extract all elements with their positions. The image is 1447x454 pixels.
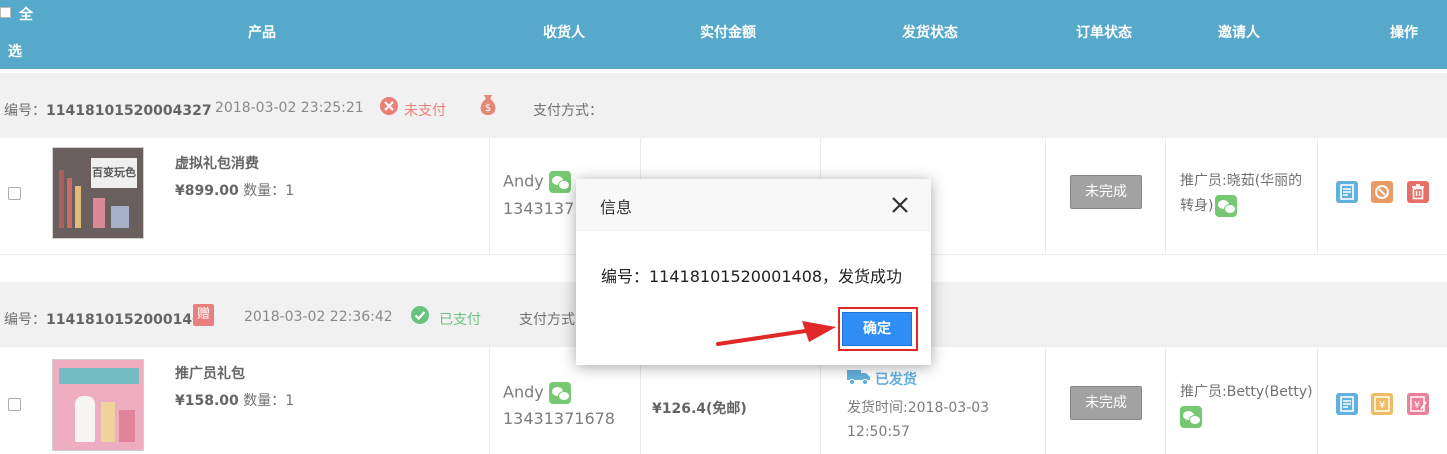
close-icon[interactable]	[889, 194, 911, 216]
dialog-message: 编号：11418101520001408，发货成功	[601, 267, 903, 286]
arrow-annotation	[716, 321, 836, 346]
dialog-title: 信息	[600, 198, 633, 217]
confirm-button[interactable]: 确定	[842, 312, 912, 346]
dialog-header: 信息	[576, 179, 931, 231]
